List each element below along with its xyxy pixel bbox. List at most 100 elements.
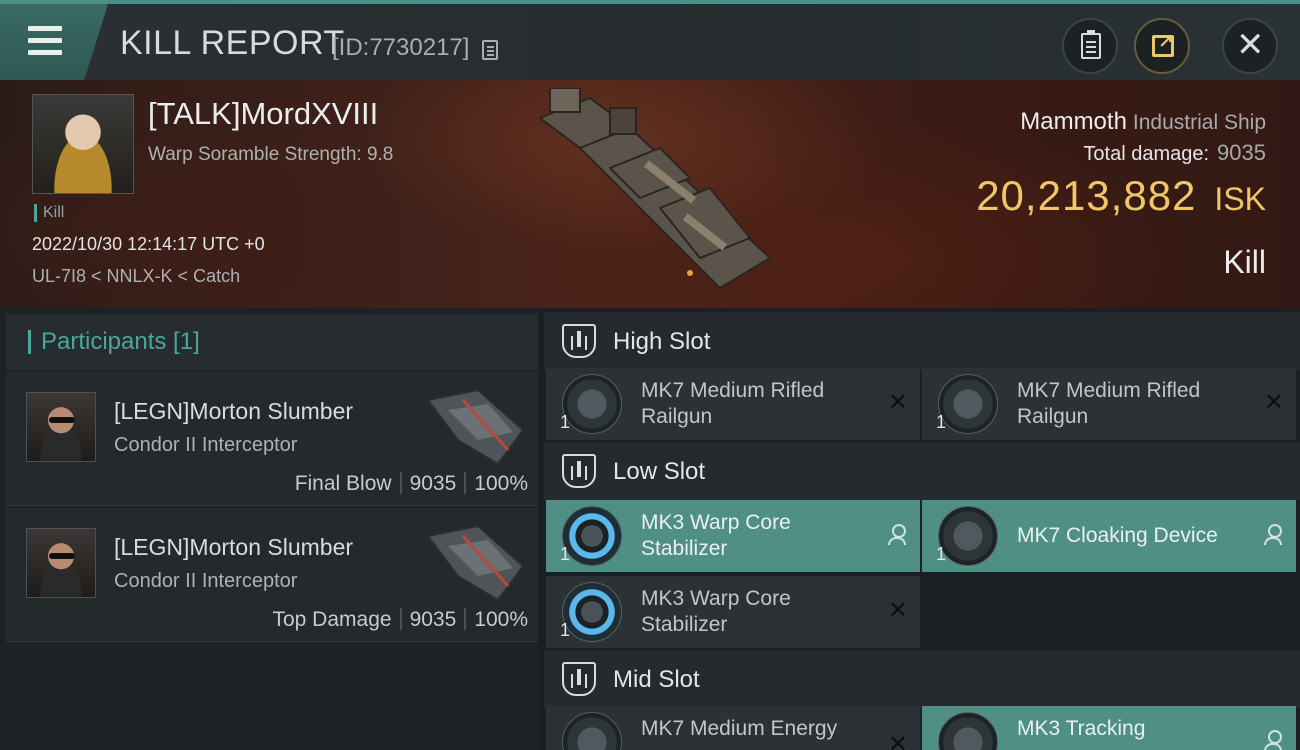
destroyed-icon: ✕ [887,731,908,750]
top-bar: KILL REPORT [ID:7730217] ✕ [0,0,1300,80]
victim-banner: [TALK]MordXVIII Warp Soramble Strength: … [0,80,1300,308]
participant-name: [LEGN]Morton Slumber [114,534,354,560]
module-name: MK7 Medium Energy [641,717,838,740]
module-name-line: Stabilizer [641,613,728,636]
person-icon [888,524,906,546]
divider [464,608,467,630]
divider [399,472,402,494]
mid-slot-title: Mid Slot [613,666,700,693]
module-name: MK7 Medium Rifled Railgun [1017,378,1247,430]
participant-ship: Condor II Interceptor [114,570,298,592]
destroyed-icon: ✕ [887,597,908,624]
mid-slot-header: Mid Slot [544,650,1300,708]
participant-stats: Final Blow 9035 100% [295,472,528,496]
total-damage-label: Total damage: [1083,143,1210,165]
victim-name[interactable]: [TALK]MordXVIII [148,96,378,132]
menu-icon [28,26,62,31]
participant-name: [LEGN]Morton Slumber [114,398,354,424]
ship-class: Industrial Ship [1132,111,1266,134]
module-name: MK7 Medium Rifled Railgun [641,378,871,430]
report-id: [ID:7730217] [332,34,470,61]
cloaking-device-icon [938,506,998,566]
divider [464,472,467,494]
participant-ship-image [426,388,525,466]
participants-panel: Participants [1] [LEGN]Morton Slumber Co… [0,308,538,750]
ship-name: Mammoth [1020,108,1127,135]
module-card[interactable]: 1 MK7 Medium Rifled Railgun ✕ [922,368,1296,440]
participant-row[interactable]: [LEGN]Morton Slumber Condor II Intercept… [6,508,538,642]
slot-icon [562,454,596,488]
victim-ship-image [537,88,772,290]
isk-value-row: 20,213,882 ISK [976,172,1266,220]
kill-datetime: 2022/10/30 12:14:17 UTC +0 [32,234,265,254]
close-button[interactable]: ✕ [1222,18,1278,74]
module-card[interactable]: 1 MK7 Medium Rifled Railgun ✕ [546,368,920,440]
module-name: MK3 Warp Core Stabilizer [641,510,871,562]
participant-ship-image [426,524,525,602]
participant-stats: Top Damage 9035 100% [272,608,528,632]
railgun-icon [562,374,622,434]
close-icon: ✕ [1236,26,1265,64]
isk-value: 20,213,882 [976,172,1197,219]
tracking-module-icon [938,712,998,750]
victim-ship-name[interactable]: Mammoth Industrial Ship [1020,108,1266,136]
warp-core-stabilizer-icon [562,506,622,566]
module-quantity: 1 [560,412,571,432]
divider [399,608,402,630]
destroyed-icon: ✕ [1263,389,1284,416]
victim-avatar[interactable] [32,94,134,194]
high-slot-header: High Slot [544,312,1300,370]
module-quantity: 1 [936,412,947,432]
module-name: MK7 Cloaking Device [1017,524,1218,547]
participant-percent: 100% [474,608,528,631]
menu-button[interactable] [0,4,108,80]
low-slot-title: Low Slot [613,458,706,485]
menu-icon-bar [28,50,62,55]
kill-result: Kill [1223,244,1266,280]
copy-icon[interactable] [482,40,498,60]
module-name-line: MK3 Warp Core [641,511,791,534]
module-quantity: 1 [936,544,947,564]
person-icon [1264,524,1282,546]
total-damage: Total damage: 9035 [1083,140,1266,166]
module-card[interactable]: 1 MK3 Warp Core Stabilizer ✕ [546,576,920,648]
participants-header: Participants [1] [6,314,538,370]
participant-role: Top Damage [272,608,392,631]
warp-core-stabilizer-icon [562,582,622,642]
destroyed-icon: ✕ [887,389,908,416]
fitting-panel: High Slot 1 MK7 Medium Rifled Railgun ✕ 1… [544,308,1300,750]
participant-role: Final Blow [294,472,392,495]
page-title: KILL REPORT [120,24,345,62]
module-name: MK3 Tracking [1017,717,1146,740]
participant-avatar[interactable] [26,528,96,598]
module-name: MK3 Warp Core Stabilizer [641,586,871,638]
energy-module-icon [562,712,622,750]
menu-icon-bar [28,38,62,43]
clipboard-button[interactable] [1062,18,1118,74]
module-name-line: Railgun [641,405,713,428]
kill-location: UL-7I8 < NNLX-K < Catch [32,266,241,286]
module-name-line: Railgun [1017,405,1089,428]
module-card[interactable]: 1 MK7 Cloaking Device [922,500,1296,572]
slot-icon [562,662,596,696]
participant-percent: 100% [474,472,528,495]
module-card[interactable]: 1 MK3 Warp Core Stabilizer [546,500,920,572]
module-name-line: MK7 Medium Rifled [1017,379,1201,402]
module-card[interactable]: MK7 Medium Energy ✕ [546,706,920,750]
participant-avatar[interactable] [26,392,96,462]
slot-icon [562,324,596,358]
person-icon [1264,730,1282,750]
participant-row[interactable]: [LEGN]Morton Slumber Condor II Intercept… [6,372,538,506]
module-card[interactable]: MK3 Tracking [922,706,1296,750]
isk-unit: ISK [1214,181,1266,217]
module-quantity: 1 [560,620,571,640]
high-slot-title: High Slot [613,328,711,355]
module-name-line: MK7 Medium Rifled [641,379,825,402]
participant-ship: Condor II Interceptor [114,434,298,456]
total-damage-value: 9035 [1217,140,1266,165]
share-button[interactable] [1134,18,1190,74]
participants-title: Participants [1] [28,330,200,354]
module-name-line: MK3 Warp Core [641,587,791,610]
module-quantity: 1 [560,544,571,564]
railgun-icon [938,374,998,434]
